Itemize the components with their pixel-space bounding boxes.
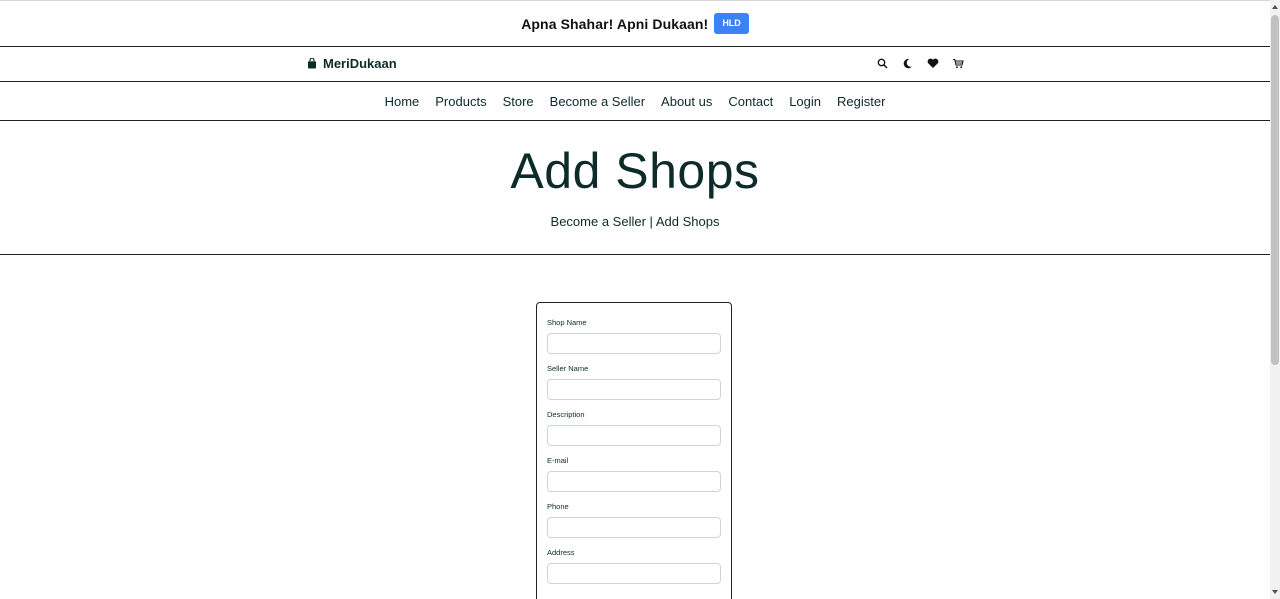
breadcrumb-parent-link[interactable]: Become a Seller (551, 214, 646, 229)
moon-icon[interactable] (901, 57, 914, 70)
shop-name-label: Shop Name (547, 318, 587, 327)
phone-field: Phone (547, 502, 721, 538)
breadcrumb: Become a Seller | Add Shops (0, 214, 1270, 229)
seller-name-input[interactable] (547, 379, 721, 400)
hld-button[interactable]: HLD (714, 13, 749, 34)
page-header: Add Shops Become a Seller | Add Shops (0, 121, 1270, 255)
promo-bar: Apna Shahar! Apni Dukaan! HLD (0, 1, 1270, 47)
search-icon[interactable] (876, 57, 889, 70)
promo-text: Apna Shahar! Apni Dukaan! (521, 15, 709, 32)
email-field: E-mail (547, 456, 721, 492)
brand-logo-link[interactable]: MeriDukaan (307, 56, 397, 71)
nav-store[interactable]: Store (503, 94, 534, 109)
description-label: Description (547, 410, 585, 419)
page-title: Add Shops (510, 143, 760, 199)
scrollbar-thumb[interactable] (1271, 15, 1279, 365)
nav-about-us[interactable]: About us (661, 94, 712, 109)
breadcrumb-current: Add Shops (655, 214, 720, 229)
description-input[interactable] (547, 425, 721, 446)
nav-products[interactable]: Products (435, 94, 486, 109)
brand-name: MeriDukaan (323, 56, 397, 71)
heart-icon[interactable] (926, 57, 939, 70)
shopping-bag-icon (307, 58, 317, 69)
address-field: Address (547, 548, 721, 584)
scroll-down-arrow-icon[interactable] (1272, 590, 1278, 594)
seller-name-label: Seller Name (547, 364, 589, 373)
email-label: E-mail (547, 456, 569, 465)
scroll-up-arrow-icon[interactable] (1272, 5, 1278, 9)
phone-input[interactable] (547, 517, 721, 538)
breadcrumb-separator: | (649, 214, 653, 229)
address-label: Address (547, 548, 575, 557)
brand-bar: MeriDukaan (0, 47, 1270, 82)
nav-login[interactable]: Login (789, 94, 821, 109)
nav-register[interactable]: Register (837, 94, 885, 109)
page: Apna Shahar! Apni Dukaan! HLD MeriDukaan (0, 0, 1270, 599)
nav-home[interactable]: Home (385, 94, 420, 109)
add-shop-form: Shop Name Seller Name Description E-mail… (536, 302, 732, 599)
seller-name-field: Seller Name (547, 364, 721, 400)
nav-become-a-seller[interactable]: Become a Seller (550, 94, 645, 109)
email-input[interactable] (547, 471, 721, 492)
cart-icon[interactable] (951, 57, 964, 70)
header-icons (876, 57, 964, 70)
main-nav: Home Products Store Become a Seller Abou… (0, 82, 1270, 121)
phone-label: Phone (547, 502, 569, 511)
vertical-scrollbar[interactable] (1270, 0, 1280, 599)
shop-name-input[interactable] (547, 333, 721, 354)
nav-contact[interactable]: Contact (728, 94, 773, 109)
description-field: Description (547, 410, 721, 446)
address-input[interactable] (547, 563, 721, 584)
shop-name-field: Shop Name (547, 318, 721, 354)
